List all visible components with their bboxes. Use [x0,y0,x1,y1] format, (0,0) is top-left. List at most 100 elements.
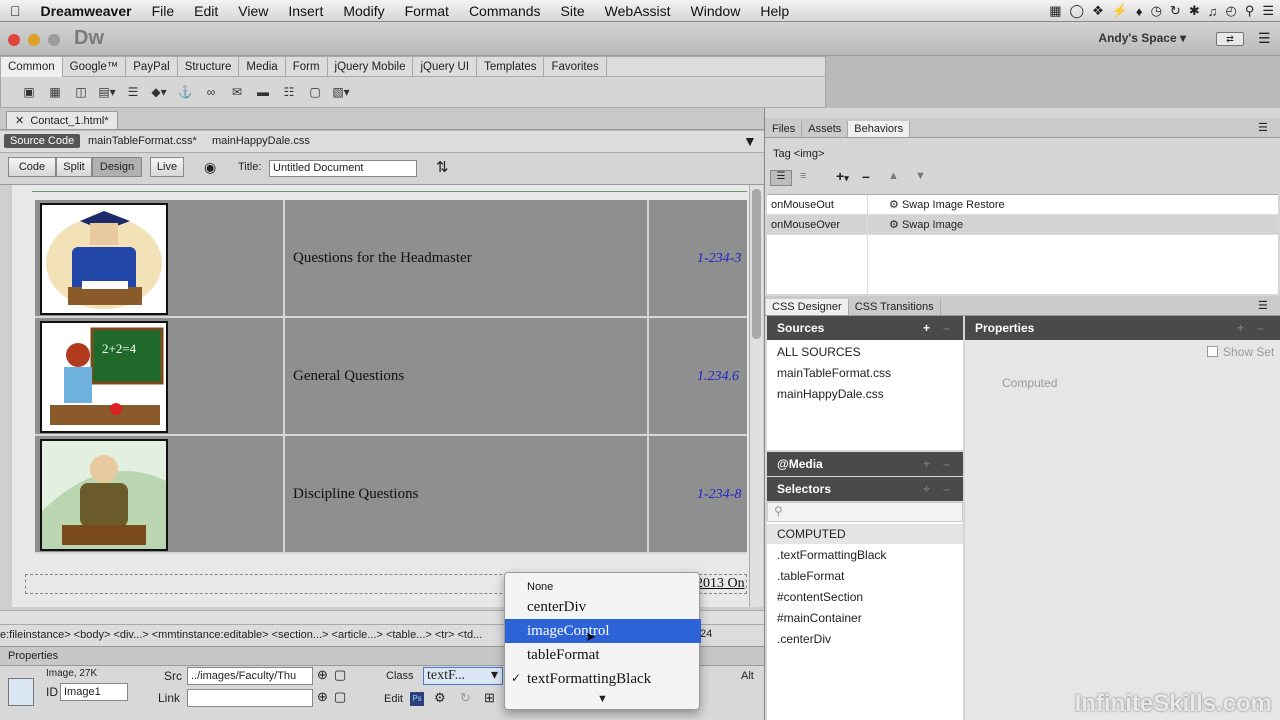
class-option-tableformat[interactable]: tableFormat [505,643,701,667]
tab-form[interactable]: Form [286,56,328,77]
date-icon[interactable]: ☷ [279,83,299,101]
workspace-switcher[interactable]: Andy's Space ▾ [1098,31,1186,45]
class-select[interactable]: textF... ▾ [423,667,503,685]
ap-div-icon[interactable]: ◫ [71,83,91,101]
dropbox-icon[interactable]: ❖ [1092,3,1104,19]
edit-settings-icon[interactable]: ⚙ [434,690,446,706]
source-item[interactable]: mainHappyDale.css [777,387,884,401]
volume-icon[interactable]: ♫ [1208,4,1218,19]
move-up-icon[interactable]: ▲ [888,170,899,182]
panel-menu-icon[interactable]: ☰ [1258,30,1271,47]
tag-icon[interactable]: ◆▾ [149,83,169,101]
email-icon[interactable]: ✉ [227,83,247,101]
menu-commands[interactable]: Commands [459,3,551,19]
class-dropdown-menu[interactable]: None centerDiv imageControl tableFormat … [504,572,701,710]
table-row[interactable]: 2+2=4 General Questions 1.234.6 [35,318,747,436]
tab-structure[interactable]: Structure [178,56,240,77]
zoom-window-button[interactable] [48,34,60,46]
point-to-file-icon[interactable]: ⊕ [317,667,328,683]
tab-templates[interactable]: Templates [477,56,545,77]
menu-webassist[interactable]: WebAssist [595,3,681,19]
show-set-events-icon[interactable]: ☰ [770,170,792,186]
source-code-button[interactable]: Source Code [4,134,81,148]
crop-icon[interactable]: ⊞ [484,690,495,706]
selector-item[interactable]: .tableFormat [777,569,844,583]
update-icon[interactable]: ↻ [460,690,471,706]
tab-behaviors[interactable]: Behaviors [848,121,911,137]
menu-app-dreamweaver[interactable]: Dreamweaver [31,3,142,19]
browse-folder-icon[interactable]: ▢ [334,667,346,683]
tab-favorites[interactable]: Favorites [544,56,607,77]
tab-paypal[interactable]: PayPal [126,56,178,77]
menu-insert[interactable]: Insert [278,3,333,19]
globe-icon[interactable]: ◉ [204,159,216,176]
tab-files[interactable]: Files [766,121,803,137]
close-tab-icon[interactable]: ✕ [15,115,24,127]
zoom-field[interactable]: 24 [700,628,712,640]
div-icon[interactable]: ▣ [19,83,39,101]
behavior-row[interactable]: onMouseOver ⚙ Swap Image [767,215,1278,235]
menu-help[interactable]: Help [750,3,799,19]
source-item[interactable]: mainTableFormat.css [777,366,891,380]
teacher-image[interactable]: 2+2=4 [40,321,168,433]
design-view-button[interactable]: Design [92,157,142,177]
bell-icon[interactable]: ♦ [1136,4,1143,19]
behavior-row[interactable]: onMouseOut ⚙ Swap Image Restore [767,195,1278,215]
headmaster-image[interactable] [40,203,168,315]
id-field[interactable]: Image1 [60,683,128,701]
show-all-events-icon[interactable]: ≡ [800,170,806,182]
time-icon[interactable]: ◴ [1225,3,1236,19]
split-view-button[interactable]: Split [56,157,92,177]
close-window-button[interactable] [8,34,20,46]
bluetooth-icon[interactable]: ✱ [1189,3,1200,19]
scroll-down-arrow-icon[interactable]: ▼ [597,693,608,705]
tab-css-transitions[interactable]: CSS Transitions [849,299,941,315]
menu-site[interactable]: Site [551,3,595,19]
clock-icon[interactable]: ◷ [1151,3,1162,19]
css-panel-options-icon[interactable]: ☰ [1258,299,1268,312]
src-field[interactable]: ../images/Faculty/Thu [187,667,313,685]
panel-options-icon[interactable]: ☰ [1258,121,1268,134]
notification-list-icon[interactable]: ☰ [1262,3,1274,19]
vertical-scrollbar[interactable] [749,185,763,607]
creative-cloud-icon[interactable]: ◯ [1070,3,1085,19]
live-view-button[interactable]: Live [150,157,184,177]
filter-icon[interactable]: ▼ [743,133,757,149]
add-property-icon[interactable]: + [1237,316,1244,340]
tab-media[interactable]: Media [239,56,286,77]
link-field[interactable] [187,689,313,707]
move-down-icon[interactable]: ▼ [915,170,926,182]
remove-source-icon[interactable]: – [943,316,950,340]
add-behavior-icon[interactable]: +▾ [836,168,849,184]
spotlight-search-icon[interactable]: ⚲ [1245,3,1255,19]
class-option-centerdiv[interactable]: centerDiv [505,595,701,619]
add-media-icon[interactable]: + [923,452,930,476]
sync-settings-icon[interactable]: ⇄ [1216,32,1244,46]
selector-item[interactable]: COMPUTED [777,527,846,541]
selector-item[interactable]: .centerDiv [777,632,831,646]
minimize-window-button[interactable] [28,34,40,46]
template-icon[interactable]: ▧▾ [331,83,351,101]
menu-window[interactable]: Window [681,3,751,19]
selector-item[interactable]: .textFormattingBlack [777,548,886,562]
remove-selector-icon[interactable]: – [943,477,950,501]
code-view-button[interactable]: Code [8,157,56,177]
list-icon[interactable]: ☰ [123,83,143,101]
faculty-table[interactable]: Questions for the Headmaster 1-234-3 2+2… [35,200,747,554]
selector-item[interactable]: #contentSection [777,590,863,604]
discipline-image[interactable] [40,439,168,551]
remove-behavior-icon[interactable]: – [862,168,870,184]
tag-path[interactable]: e:fileinstance> <body> <div...> <mmtinst… [0,629,482,641]
link-browse-folder-icon[interactable]: ▢ [334,689,346,705]
selector-filter-input[interactable]: ⚲ [767,502,963,522]
tab-assets[interactable]: Assets [802,121,849,137]
add-selector-icon[interactable]: + [923,477,930,501]
table-row[interactable]: Discipline Questions 1-234-8 [35,436,747,554]
time-machine-icon[interactable]: ↻ [1170,3,1181,19]
anchor-icon[interactable]: ⚓ [175,83,195,101]
behaviors-list[interactable]: onMouseOut ⚙ Swap Image Restore onMouseO… [767,194,1278,295]
title-input[interactable]: Untitled Document [269,160,417,177]
iframe-icon[interactable]: ▢ [305,83,325,101]
source-item[interactable]: ALL SOURCES [777,345,861,359]
tab-css-designer[interactable]: CSS Designer [766,299,849,315]
